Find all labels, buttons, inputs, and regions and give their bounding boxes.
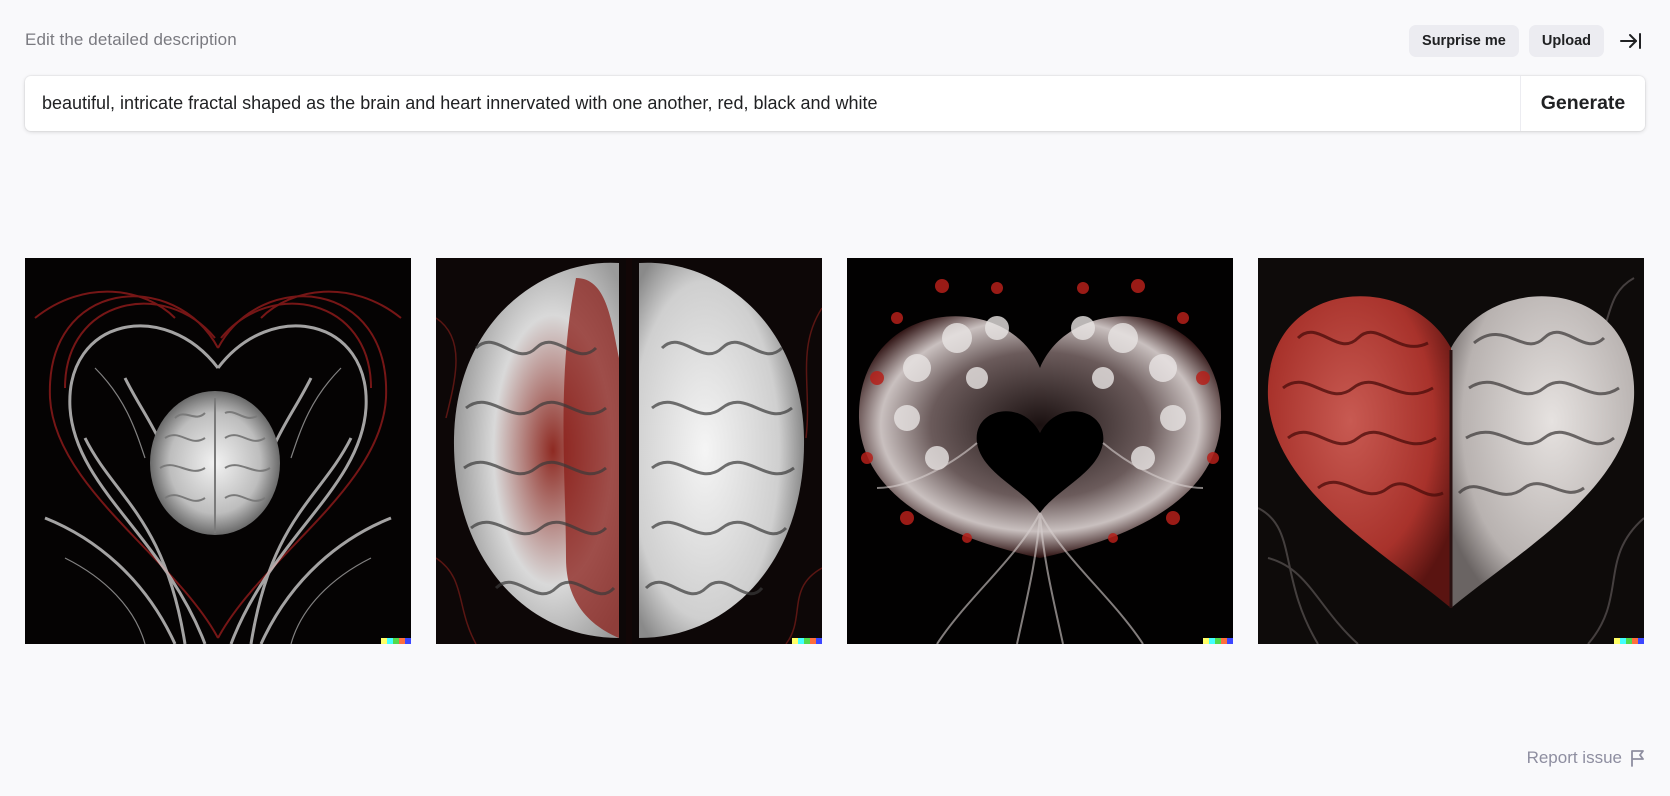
image-gallery [25, 258, 1644, 644]
signature-swatch [816, 638, 822, 644]
split-brain-artwork [436, 258, 822, 644]
top-actions: Surprise me Upload [1409, 25, 1648, 57]
generated-image-4[interactable] [1258, 258, 1644, 644]
arrow-to-right-bar-icon [1620, 33, 1641, 49]
signature-strip [792, 638, 822, 644]
surprise-me-button[interactable]: Surprise me [1409, 25, 1519, 57]
dalle-editor: Edit the detailed description Surprise m… [0, 0, 1670, 796]
generated-image-1[interactable] [25, 258, 411, 644]
prompt-bar: Generate [25, 76, 1645, 131]
fractal-heart-artwork [847, 258, 1233, 644]
report-issue-link[interactable]: Report issue [1527, 748, 1646, 768]
generated-image-2[interactable] [436, 258, 822, 644]
signature-strip [381, 638, 411, 644]
generate-button[interactable]: Generate [1520, 76, 1645, 131]
signature-swatch [405, 638, 411, 644]
heart-brain-red-white-artwork [1258, 258, 1644, 644]
collapse-button[interactable] [1614, 25, 1648, 57]
prompt-input[interactable] [25, 76, 1520, 131]
flag-icon [1631, 750, 1644, 767]
generated-image-3[interactable] [847, 258, 1233, 644]
upload-button[interactable]: Upload [1528, 25, 1604, 57]
signature-swatch [1227, 638, 1233, 644]
signature-strip [1614, 638, 1644, 644]
report-issue-label: Report issue [1526, 748, 1622, 767]
signature-strip [1203, 638, 1233, 644]
signature-swatch [1638, 638, 1644, 644]
heart-brain-artwork [25, 258, 411, 644]
page-title: Edit the detailed description [25, 30, 237, 49]
